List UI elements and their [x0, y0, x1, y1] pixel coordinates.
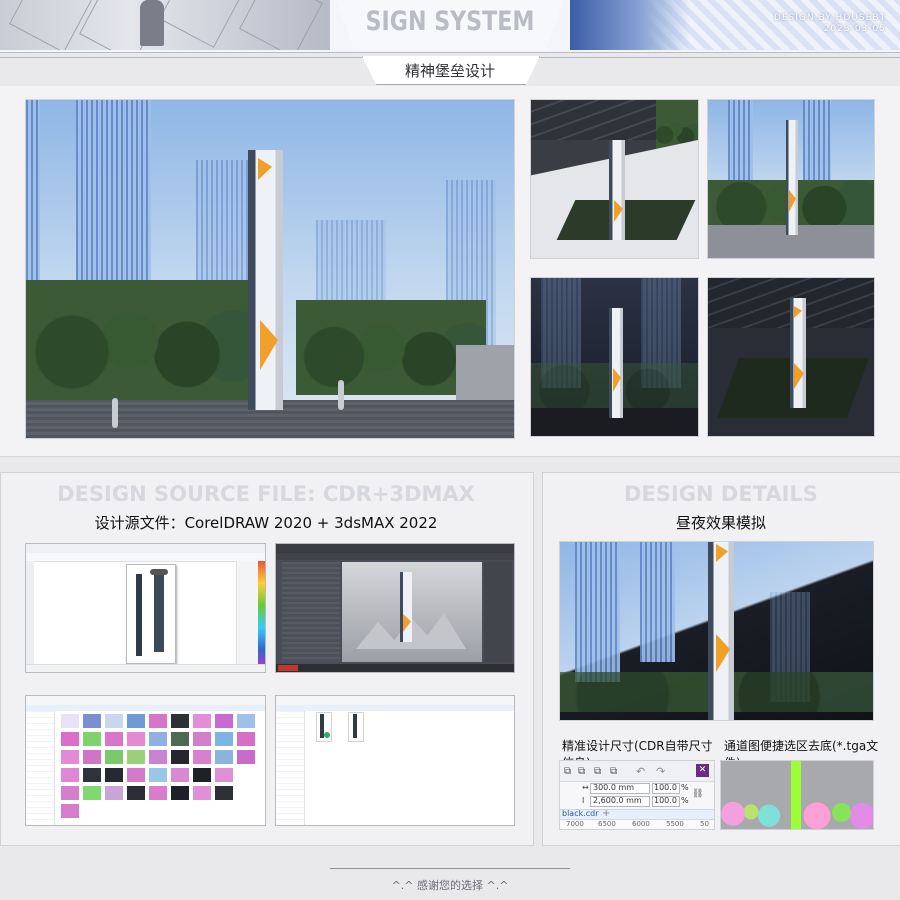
- footer-divider: [330, 868, 570, 869]
- cdr-dimension-panel: ⧉ ⧉ ⧉ ⧉ ↶ ↷ ✕ ↔ I 300.0 mm 2,600.0 mm 10…: [559, 760, 715, 830]
- add-tab-icon[interactable]: +: [602, 808, 610, 819]
- ruler-tick: 6500: [598, 820, 616, 828]
- ruler-tick: 7000: [566, 820, 584, 828]
- byline-designer: DESIGN BY HOUSEBT: [773, 13, 886, 23]
- byline-date: 2023-03-05: [823, 24, 886, 34]
- header-photo-left: [0, 0, 330, 50]
- main-render-image: [25, 99, 515, 439]
- document-filename: black.cdr: [562, 809, 599, 818]
- toolbar-icon-4[interactable]: ⧉: [610, 766, 617, 777]
- color-picker-icon[interactable]: ✕: [696, 764, 709, 777]
- divider-right: [538, 57, 900, 58]
- toolbar-icon-3[interactable]: ⧉: [594, 766, 601, 777]
- ruler-tick: 50: [700, 820, 709, 828]
- render-street-night: [530, 277, 699, 437]
- percent-label-x: %: [681, 783, 689, 792]
- coreldraw-screenshot: [25, 543, 266, 673]
- divider-left: [0, 57, 362, 58]
- file-explorer-textures: [25, 695, 266, 826]
- scale-x-value: 100.0: [654, 783, 677, 792]
- tga-channel-image: [720, 760, 874, 830]
- section-divider: [0, 456, 900, 457]
- 3dsmax-screenshot: [275, 543, 515, 673]
- toolbar-icon-2[interactable]: ⧉: [578, 766, 585, 777]
- redo-icon[interactable]: ↷: [656, 765, 665, 778]
- height-value: 2,600.0 mm: [593, 796, 642, 805]
- toolbar-icon-1[interactable]: ⧉: [564, 766, 571, 777]
- footer-thanks: ^.^ 感谢您的选择 ^.^: [391, 879, 509, 892]
- scale-y-value: 100.0: [654, 796, 677, 805]
- file-explorer-cdr: [275, 695, 515, 826]
- day-night-render: [559, 541, 874, 721]
- percent-label-y: %: [681, 796, 689, 805]
- details-section-title: 昼夜效果模拟: [675, 514, 766, 532]
- render-aerial-day: [530, 99, 699, 259]
- source-ghost-title: DESIGN SOURCE FILE: CDR+3DMAX: [57, 482, 475, 506]
- designer-byline: DESIGN BY HOUSEBT 2023-03-05: [774, 13, 886, 35]
- width-icon: ↔: [582, 783, 589, 792]
- details-ghost-title: DESIGN DETAILS: [624, 482, 818, 506]
- undo-icon[interactable]: ↶: [636, 765, 645, 778]
- ruler-tick: 6000: [632, 820, 650, 828]
- page-title: SIGN SYSTEM: [365, 6, 535, 37]
- source-section-title: 设计源文件：CorelDRAW 2020 + 3dsMAX 2022: [94, 514, 438, 532]
- lock-ratio-icon[interactable]: ⛓: [692, 789, 703, 799]
- render-street-day: [707, 99, 875, 259]
- render-aerial-night: [707, 277, 875, 437]
- height-icon: I: [582, 796, 585, 805]
- ruler-tick: 5500: [666, 820, 684, 828]
- page-subtitle: 精神堡垒设计: [404, 62, 495, 80]
- width-value: 300.0 mm: [593, 783, 635, 792]
